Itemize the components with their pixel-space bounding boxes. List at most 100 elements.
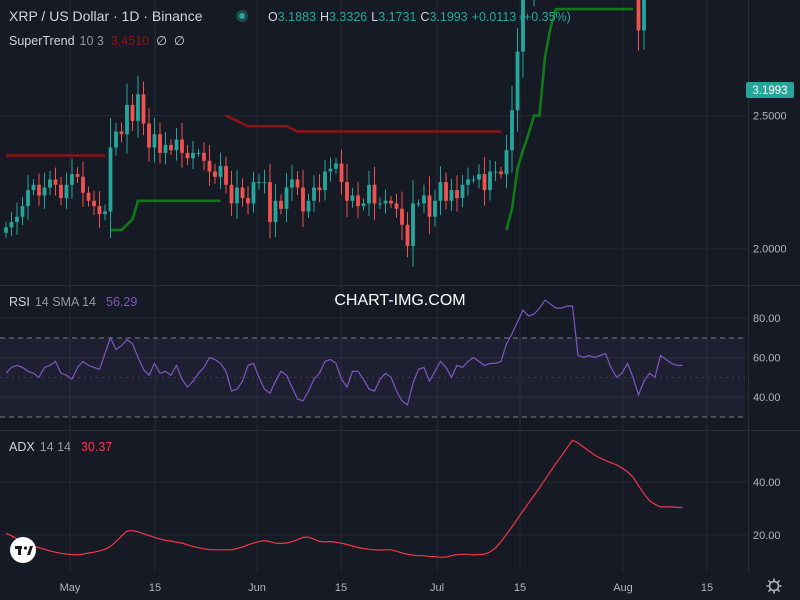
candle-body [504, 150, 509, 175]
open-label: O [268, 10, 278, 24]
candle-body [86, 192, 91, 201]
candle-body [466, 179, 470, 185]
candle-body [499, 171, 503, 175]
y-tick-label: 40.00 [753, 392, 781, 404]
candle-body [235, 187, 239, 204]
candle-body [455, 190, 459, 199]
candle-body [405, 224, 410, 247]
candle-body [246, 198, 250, 204]
candle-body [493, 171, 498, 173]
candle-body [460, 184, 465, 199]
x-tick-label: Jun [248, 582, 266, 594]
candle-body [185, 152, 190, 159]
candle-body [4, 227, 8, 233]
candle-body [59, 184, 63, 199]
candle-body [75, 174, 80, 177]
x-tick-label: Jul [430, 582, 444, 594]
x-tick-label: May [60, 582, 81, 594]
low-value: 3.1731 [378, 10, 416, 24]
candle-body [510, 110, 514, 151]
chart-canvas[interactable]: 3.50003.00002.50002.0000 80.0060.0040.00… [0, 0, 800, 600]
candle-body [20, 206, 25, 217]
candle-body [367, 184, 371, 204]
adx-params: 14 14 [40, 440, 71, 454]
candle-body [136, 94, 140, 121]
candle-body [26, 190, 30, 207]
candle-body [284, 187, 289, 209]
candle-body [317, 187, 322, 191]
x-tick-label: 15 [335, 582, 347, 594]
candle-body [416, 203, 421, 205]
candle-body [378, 203, 382, 205]
candle-body [207, 160, 212, 172]
candle-body [515, 51, 520, 111]
supertrend-label: SuperTrend [9, 34, 75, 48]
candle-body [521, 0, 525, 52]
candle-body [15, 216, 19, 223]
supertrend-legend[interactable]: SuperTrend 10 3 3.4510 ∅ ∅ [9, 34, 185, 48]
candle-body [240, 187, 245, 199]
candle-body [323, 171, 327, 191]
candle-body [422, 195, 426, 204]
candle-body [279, 200, 283, 209]
supertrend-na-1: ∅ [156, 34, 167, 48]
candle-body [389, 200, 393, 204]
candle-body [42, 187, 47, 196]
candle-body [130, 104, 135, 121]
candle-body [108, 147, 113, 212]
rsi-value: 56.29 [106, 295, 137, 309]
x-tick-label: 15 [149, 582, 161, 594]
x-tick-label: 15 [514, 582, 526, 594]
candle-body [103, 211, 107, 215]
candle-body [328, 168, 333, 172]
candle-body [444, 182, 448, 201]
candle-body [81, 176, 85, 193]
candle-body [174, 139, 179, 151]
candle-body [273, 200, 278, 223]
close-label: C [420, 10, 429, 24]
candle-body [158, 134, 162, 153]
tradingview-logo-icon[interactable] [10, 537, 36, 563]
candle-body [427, 195, 432, 217]
rsi-legend[interactable]: RSI 14 SMA 14 56.29 [9, 295, 137, 309]
candle-body [312, 187, 316, 201]
candle-body [290, 179, 294, 188]
candle-body [350, 195, 355, 201]
price-tag: 3.1993 [752, 85, 787, 97]
candle-body [9, 222, 14, 228]
candle-body [202, 152, 206, 161]
market-status-dot [239, 13, 245, 19]
x-tick-label: Aug [613, 582, 633, 594]
candle-body [169, 144, 173, 151]
candle-body [262, 182, 267, 184]
y-tick-label: 80.00 [753, 313, 781, 325]
candle-body [488, 171, 492, 191]
candle-body [141, 94, 146, 124]
watermark: CHART-IMG.COM [334, 292, 465, 309]
candle-body [196, 152, 201, 154]
candle-body [163, 144, 168, 153]
candle-body [301, 187, 305, 212]
y-tick-label: 60.00 [753, 353, 781, 365]
candle-body [229, 184, 234, 204]
candle-body [356, 195, 360, 207]
candle-body [53, 179, 58, 185]
supertrend-na-2: ∅ [174, 34, 185, 48]
close-value: 3.1993 [429, 10, 467, 24]
candle-body [339, 163, 344, 183]
candle-body [48, 179, 52, 188]
candle-body [642, 0, 646, 31]
adx-label: ADX [9, 440, 35, 454]
rsi-label: RSI [9, 295, 30, 309]
y-tick-label: 2.5000 [753, 111, 787, 123]
candle-body [97, 206, 102, 215]
candle-body [251, 182, 256, 204]
x-tick-label: 15 [701, 582, 713, 594]
y-tick-label: 20.00 [753, 530, 781, 542]
candle-body [64, 184, 69, 199]
adx-legend[interactable]: ADX 14 14 30.37 [9, 440, 112, 454]
candle-body [306, 200, 311, 212]
low-label: L [371, 10, 378, 24]
symbol-title[interactable]: XRP / US Dollar · 1D · Binance [9, 8, 203, 24]
candle-body [482, 174, 487, 191]
